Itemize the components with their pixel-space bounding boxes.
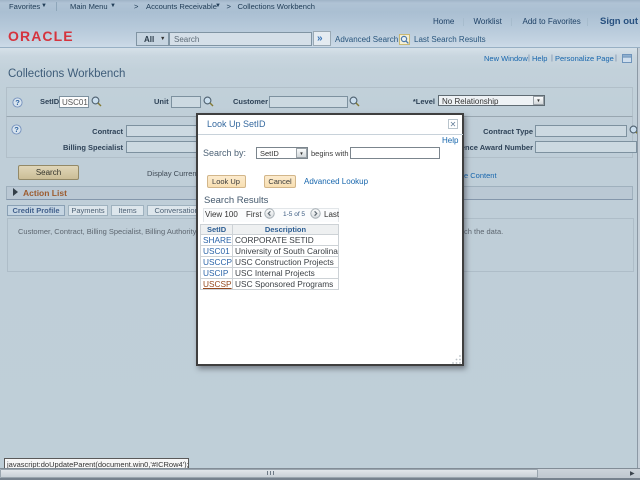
svg-text:?: ? xyxy=(15,98,20,107)
